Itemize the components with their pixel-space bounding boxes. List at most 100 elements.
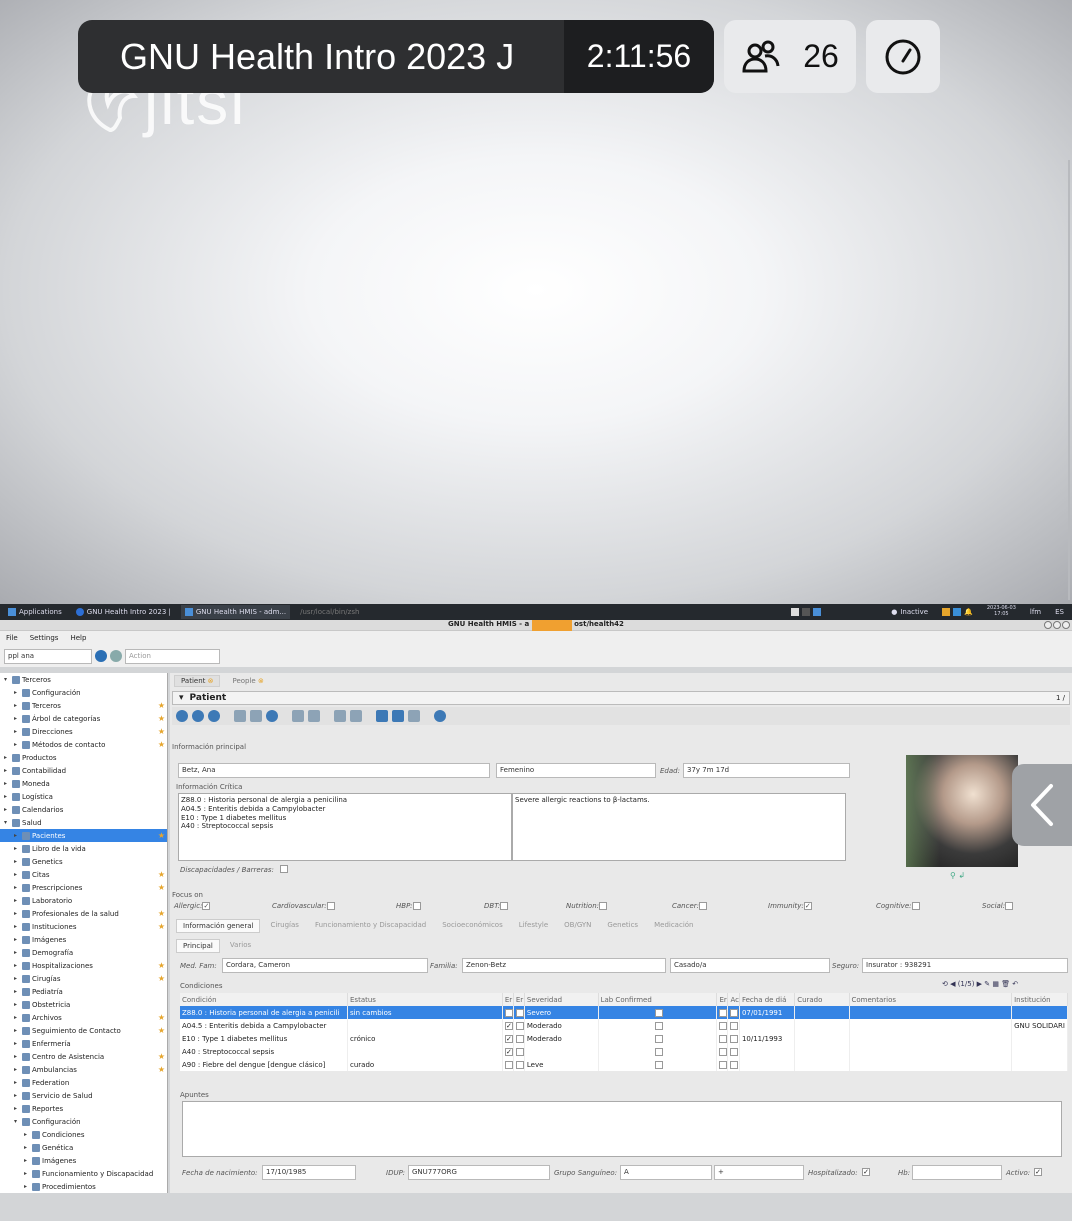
sidebar-item[interactable]: ▸ Terceros ★	[0, 699, 167, 712]
sidebar-item[interactable]: ▸ Árbol de categorías ★	[0, 712, 167, 725]
sidebar-item[interactable]: ▸ Demografía	[0, 946, 167, 959]
critical-info-notes[interactable]: Severe allergic reactions to β-lactams.	[512, 793, 846, 861]
sidebar-item[interactable]: ▸ Moneda	[0, 777, 167, 790]
sidebar-item[interactable]: ▸ Contabilidad	[0, 764, 167, 777]
participants-button[interactable]: 26	[724, 20, 856, 93]
row-checkbox[interactable]	[504, 1060, 513, 1069]
previous-record-icon[interactable]	[192, 710, 204, 722]
column-header[interactable]: Institución	[1011, 993, 1068, 1006]
row-checkbox[interactable]: ✓	[504, 1021, 513, 1030]
sidebar-item[interactable]: ▸ Configuración	[0, 686, 167, 699]
column-header[interactable]: Severidad	[524, 993, 599, 1006]
hospitalized-checkbox[interactable]: ✓	[862, 1168, 870, 1176]
photo-actions-icon[interactable]: ⚲ ↲	[950, 871, 965, 880]
favorite-star-icon[interactable]: ★	[158, 1013, 165, 1022]
sidebar-item[interactable]: ▸ Calendarios	[0, 803, 167, 816]
sidebar-item[interactable]: ▸ Genetics	[0, 855, 167, 868]
collapse-arrow-icon[interactable]: ▾	[179, 693, 184, 703]
chevron-right-icon[interactable]: ▸	[14, 728, 22, 735]
column-header[interactable]: Er	[502, 993, 514, 1006]
row-checkbox[interactable]	[719, 1008, 727, 1017]
chevron-right-icon[interactable]: ▸	[14, 741, 22, 748]
sidebar-item[interactable]: ▸ Imágenes	[0, 933, 167, 946]
chevron-right-icon[interactable]: ▸	[14, 845, 22, 852]
favorite-star-icon[interactable]: ★	[158, 1052, 165, 1061]
column-header[interactable]: Lab Confirmed	[598, 993, 718, 1006]
focus-checkbox[interactable]	[699, 902, 708, 910]
disability-checkbox[interactable]	[280, 865, 288, 873]
column-header[interactable]: Comentarios	[849, 993, 1013, 1006]
sidebar-item[interactable]: ▸ Pediatría	[0, 985, 167, 998]
sidebar-item[interactable]: ▸ Prescripciones ★	[0, 881, 167, 894]
row-checkbox[interactable]: ✓	[504, 1034, 513, 1043]
subtab[interactable]: Medicación	[648, 919, 699, 933]
sidebar-item[interactable]: ▸ Archivos ★	[0, 1011, 167, 1024]
chevron-right-icon[interactable]: ▸	[14, 988, 22, 995]
sidebar-item[interactable]: ▸ Seguimiento de Contacto ★	[0, 1024, 167, 1037]
row-checkbox[interactable]	[719, 1060, 727, 1069]
chevron-right-icon[interactable]: ▸	[14, 858, 22, 865]
favorite-star-icon[interactable]: ★	[158, 922, 165, 931]
favorite-star-icon[interactable]: ★	[158, 727, 165, 736]
subtab[interactable]: Socioeconómicos	[436, 919, 509, 933]
sidebar-item[interactable]: ▸ Profesionales de la salud ★	[0, 907, 167, 920]
sidebar-item[interactable]: ▸ Federation	[0, 1076, 167, 1089]
chevron-right-icon[interactable]: ▸	[14, 1053, 22, 1060]
chevron-right-icon[interactable]: ▸	[14, 1066, 22, 1073]
chevron-right-icon[interactable]: ▸	[14, 962, 22, 969]
chevron-right-icon[interactable]: ▸	[24, 1157, 32, 1164]
active-checkbox[interactable]: ✓	[1034, 1168, 1042, 1176]
sidebar-item[interactable]: ▸ Pacientes ★	[0, 829, 167, 842]
attachment-icon[interactable]	[292, 710, 304, 722]
relate-icon[interactable]	[334, 710, 346, 722]
workspace-switcher[interactable]	[787, 605, 825, 619]
sidebar-item[interactable]: ▸ Productos	[0, 751, 167, 764]
chevron-right-icon[interactable]: ▸	[14, 949, 22, 956]
column-header[interactable]: Curado	[794, 993, 850, 1006]
subtab[interactable]: Cirugías	[264, 919, 304, 933]
taskbar-terminal[interactable]: /usr/local/bin/zsh	[296, 605, 363, 619]
favorite-star-icon[interactable]: ★	[158, 1026, 165, 1035]
row-checkbox[interactable]	[730, 1047, 739, 1056]
sidebar-item[interactable]: ▸ Reportes	[0, 1102, 167, 1115]
tab-patient[interactable]: Patient ⊗	[174, 675, 221, 687]
lab-confirmed-checkbox[interactable]	[654, 1008, 663, 1017]
chevron-right-icon[interactable]: ▸	[14, 1105, 22, 1112]
favorite-star-icon[interactable]: ★	[158, 740, 165, 749]
critical-conditions-list[interactable]: Z88.0 : Historia personal de alergia a p…	[178, 793, 512, 861]
chevron-right-icon[interactable]: ▸	[4, 793, 12, 800]
column-header[interactable]: Er	[716, 993, 729, 1006]
clock[interactable]: 2023-06-03 17:05	[983, 605, 1020, 619]
focus-checkbox[interactable]	[911, 902, 920, 910]
favorite-star-icon[interactable]: ★	[158, 909, 165, 918]
hb-select[interactable]	[912, 1165, 1002, 1180]
sidebar-item[interactable]: ▸ Obstetricia	[0, 998, 167, 1011]
focus-checkbox[interactable]	[500, 902, 509, 910]
chevron-right-icon[interactable]: ▸	[4, 754, 12, 761]
row-checkbox[interactable]	[515, 1047, 524, 1056]
row-checkbox[interactable]	[730, 1021, 739, 1030]
print-icon[interactable]	[392, 710, 404, 722]
note-icon[interactable]	[308, 710, 320, 722]
chevron-right-icon[interactable]: ▸	[14, 1092, 22, 1099]
chevron-right-icon[interactable]: ▸	[14, 832, 22, 839]
chevron-right-icon[interactable]: ▸	[14, 1079, 22, 1086]
close-tab-icon[interactable]: ⊗	[258, 677, 264, 685]
insurance-field[interactable]: Insurator : 938291	[862, 958, 1068, 973]
chevron-right-icon[interactable]: ▸	[14, 1040, 22, 1047]
lab-confirmed-checkbox[interactable]	[654, 1034, 663, 1043]
chevron-right-icon[interactable]: ▸	[14, 975, 22, 982]
marital-status-select[interactable]: Casado/a	[670, 958, 830, 973]
sidebar-item[interactable]: ▸ Procedimientos	[0, 1180, 167, 1193]
row-checkbox[interactable]	[719, 1021, 727, 1030]
status-inactive[interactable]: ● Inactive	[887, 605, 932, 619]
close-button[interactable]	[1062, 621, 1070, 629]
row-checkbox[interactable]	[730, 1060, 739, 1069]
column-header[interactable]: Condición	[180, 993, 348, 1006]
sidebar-item[interactable]: ▸ Servicio de Salud	[0, 1089, 167, 1102]
chevron-right-icon[interactable]: ▸	[14, 897, 22, 904]
row-checkbox[interactable]	[730, 1008, 739, 1017]
minimize-button[interactable]	[1044, 621, 1052, 629]
chevron-right-icon[interactable]: ▸	[4, 806, 12, 813]
favorite-star-icon[interactable]: ★	[158, 883, 165, 892]
